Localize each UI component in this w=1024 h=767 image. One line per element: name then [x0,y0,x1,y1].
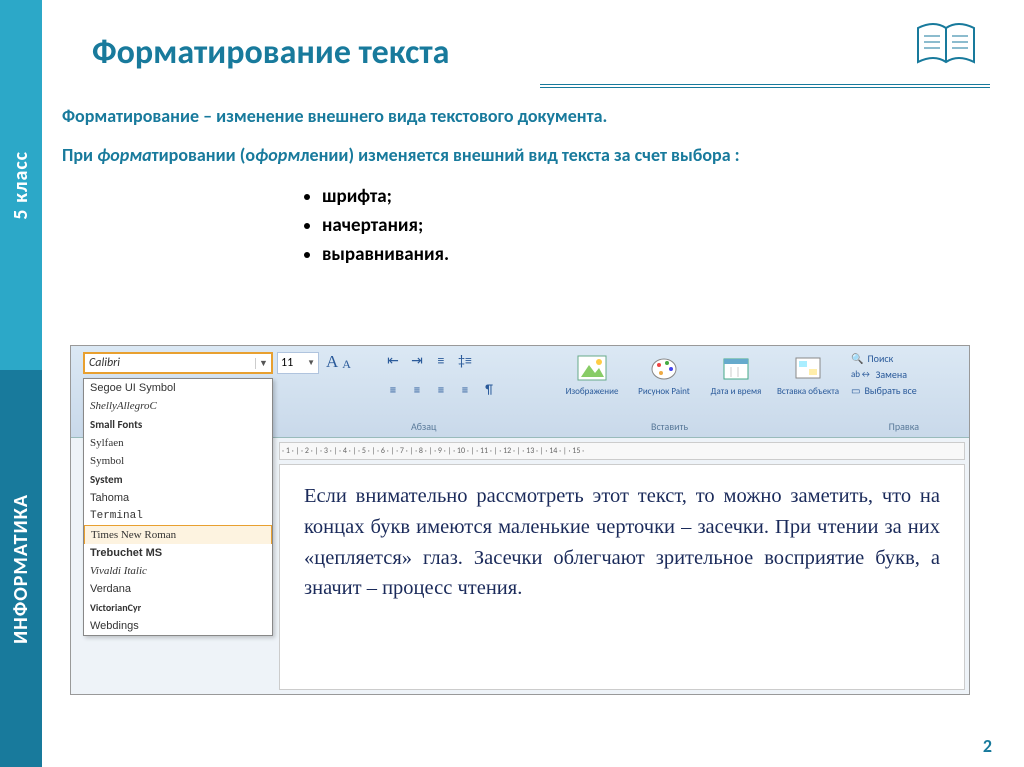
insert-buttons: Изображение Рисунок Paint Дата и время В… [561,352,839,397]
bullet-item: шрифта; [322,185,982,208]
chevron-down-icon[interactable]: ▼ [307,358,315,368]
paragraph-tools: ⇤ ⇥ ≡ ‡≡ [385,352,473,368]
sidebar-subject: ИНФОРМАТИКА [0,370,42,767]
align-left-icon[interactable]: ≡ [385,382,401,398]
font-option[interactable]: Vivaldi Italic [84,562,272,580]
calendar-icon [720,352,752,384]
sidebar: 5 класс ИНФОРМАТИКА [0,0,42,767]
subject-label: ИНФОРМАТИКА [9,494,33,644]
font-option[interactable]: System [84,470,272,489]
image-icon [576,352,608,384]
font-option[interactable]: VictorianCyr [84,598,272,617]
title-underline [540,84,990,88]
edit-panel: 🔍Поиск ab↔Замена ▭Выбрать все [851,352,961,397]
chevron-down-icon[interactable]: ▼ [255,358,271,369]
alignment-tools: ≡ ≡ ≡ ≡ ¶ [385,382,497,398]
slide-title: Форматирование текста [92,32,449,73]
font-dropdown-list[interactable]: Segoe UI Symbol ShellyAllegroC Small Fon… [83,378,273,636]
document-area[interactable]: Если внимательно рассмотреть этот текст,… [279,464,965,690]
align-center-icon[interactable]: ≡ [409,382,425,398]
font-name-value: Calibri [89,356,120,370]
palette-icon [648,352,680,384]
object-icon [792,352,824,384]
insert-object-button[interactable]: Вставка объекта [777,352,839,397]
line-spacing-icon[interactable]: ‡≡ [457,352,473,368]
shrink-font-icon[interactable]: A [342,357,351,372]
insert-image-button[interactable]: Изображение [561,352,623,397]
find-button[interactable]: 🔍Поиск [851,352,961,365]
page-number: 2 [983,735,992,757]
font-option[interactable]: Symbol [84,452,272,470]
intro-paragraph: При форматировании (оформлении) изменяет… [62,143,982,167]
pilcrow-icon[interactable]: ¶ [481,382,497,398]
definition-text: Форматирование – изменение внешнего вида… [62,105,982,127]
edit-group-label: Правка [889,420,919,433]
font-option[interactable]: Tahoma [84,489,272,507]
grow-font-icon[interactable]: A [326,352,338,372]
bullet-item: начертания; [322,214,982,237]
justify-icon[interactable]: ≡ [457,382,473,398]
content-area: Форматирование – изменение внешнего вида… [62,105,982,272]
ruler[interactable]: · 1 · | · 2 · | · 3 · | · 4 · | · 5 · | … [279,442,965,460]
align-right-icon[interactable]: ≡ [433,382,449,398]
insert-datetime-button[interactable]: Дата и время [705,352,767,397]
paragraph-group-label: Абзац [411,420,436,433]
bullets-icon[interactable]: ≡ [433,352,449,368]
dedent-icon[interactable]: ⇤ [385,352,401,368]
search-icon: 🔍 [851,352,863,365]
font-size-value: 11 [281,356,293,370]
replace-button[interactable]: ab↔Замена [851,368,961,381]
font-option[interactable]: Terminal [84,507,272,525]
bullet-item: выравнивания. [322,243,982,266]
insert-paint-button[interactable]: Рисунок Paint [633,352,695,397]
replace-icon: ab↔ [851,369,872,380]
title-block: Форматирование текста [92,32,449,73]
sidebar-grade: 5 класс [0,0,42,370]
bullet-list: шрифта; начертания; выравнивания. [322,185,982,266]
font-option[interactable]: Trebuchet MS [84,544,272,562]
font-option-selected[interactable]: Times New Roman [84,525,272,544]
select-all-button[interactable]: ▭Выбрать все [851,384,961,397]
font-option[interactable]: Webdings [84,617,272,635]
wordpad-screenshot: Calibri ▼ 11 ▼ A A Segoe UI Symbol Shell… [70,345,970,695]
document-paragraph: Если внимательно рассмотреть этот текст,… [304,481,940,604]
font-size-combobox[interactable]: 11 ▼ [277,352,319,374]
font-combobox[interactable]: Calibri ▼ [83,352,273,374]
grade-label: 5 класс [9,151,33,220]
indent-icon[interactable]: ⇥ [409,352,425,368]
font-option[interactable]: Sylfaen [84,434,272,452]
font-option[interactable]: Segoe UI Symbol [84,379,272,397]
insert-group-label: Вставить [651,420,688,433]
font-option[interactable]: Small Fonts [84,415,272,434]
grow-shrink-font[interactable]: A A [326,352,351,372]
font-option[interactable]: ShellyAllegroC [84,397,272,415]
select-all-icon: ▭ [851,384,860,397]
book-icon [914,20,978,75]
font-option[interactable]: Verdana [84,580,272,598]
